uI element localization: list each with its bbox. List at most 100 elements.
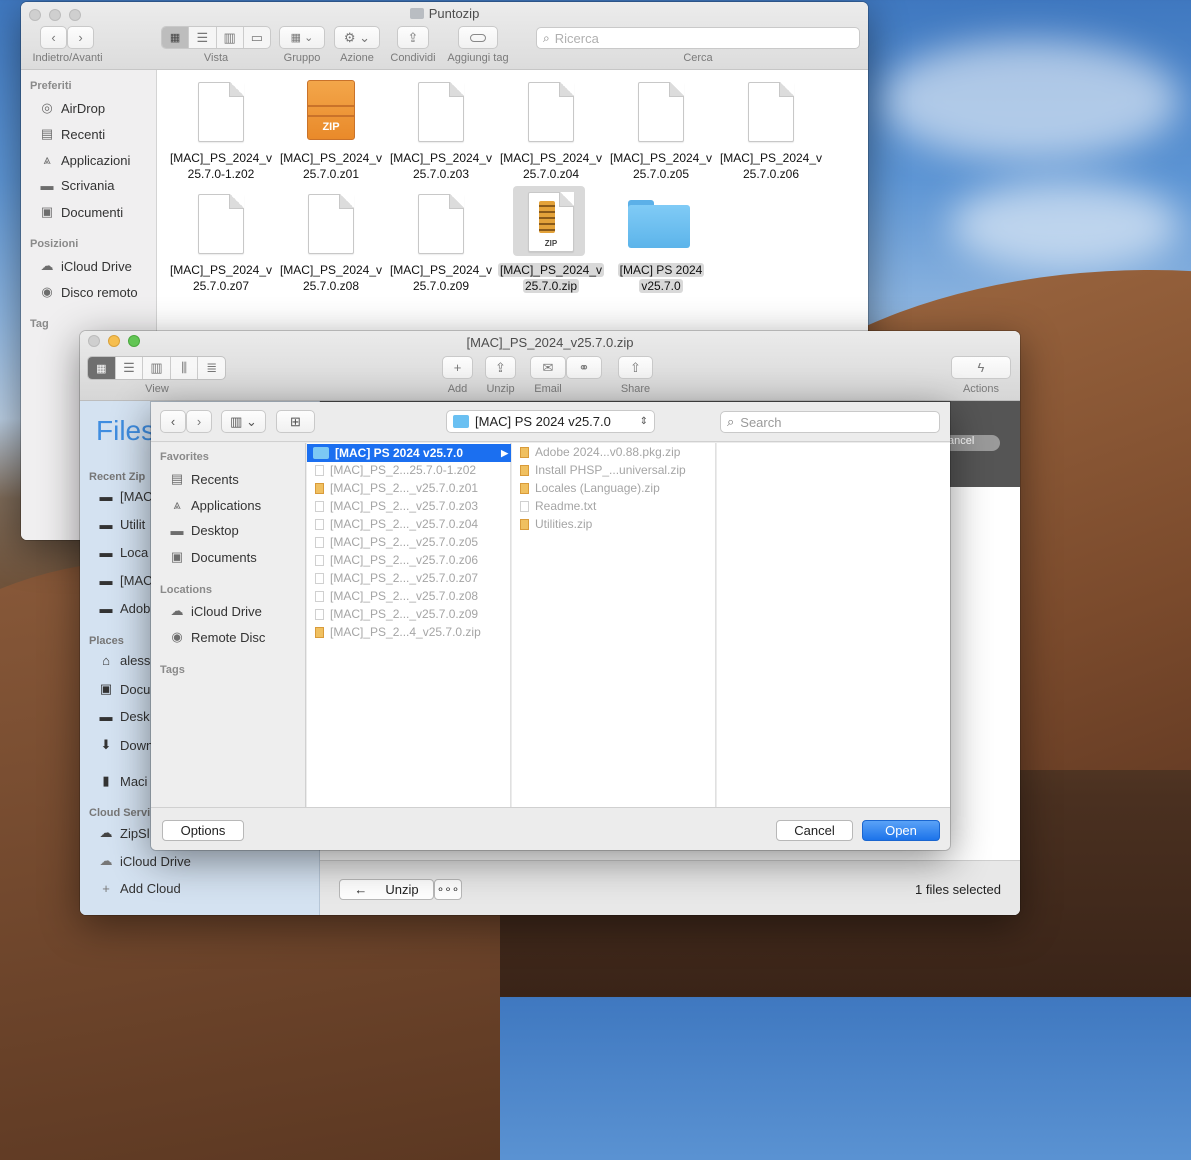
- file-item[interactable]: [MAC]_PS_2024_v 25.7.0.z09: [386, 190, 496, 296]
- sidebar-item-icloud[interactable]: ☁ iCloud Drive: [39, 258, 132, 274]
- place-item[interactable]: ▮ Maci: [98, 773, 147, 789]
- file-item[interactable]: [MAC]_PS_2024_v 25.7.0.z03: [386, 78, 496, 184]
- sidebar-item-documenti[interactable]: ▣ Documenti: [39, 204, 123, 220]
- recent-item[interactable]: ▬ [MAC: [98, 573, 153, 588]
- lightning-icon: ϟ: [977, 360, 985, 375]
- columns-icon: ▥ ⌄: [230, 413, 257, 429]
- search-field[interactable]: ⌕ Ricerca: [536, 27, 860, 49]
- forward-button[interactable]: ›: [186, 410, 212, 433]
- folder-icon: [409, 8, 424, 19]
- actions-button[interactable]: ϟ: [951, 356, 1011, 379]
- file-item[interactable]: [MAC]_PS_2024_v 25.7.0.z05: [606, 78, 716, 184]
- unzip-toolbar-button[interactable]: ⇪: [485, 356, 516, 379]
- file-item[interactable]: [MAC]_PS_2024_v 25.7.0.z07: [166, 190, 276, 296]
- file-name: [MAC]_PS_2024_v 25.7.0.z05: [609, 151, 713, 181]
- file-item-selected[interactable]: ZIP [MAC]_PS_2024_v 25.7.0.zip: [496, 186, 606, 296]
- folder-item-selected[interactable]: [MAC] PS 2024 v25.7.0: [606, 190, 716, 296]
- path-popup[interactable]: [MAC] PS 2024 v25.7.0 ⇕: [446, 410, 655, 433]
- cloud-icon: ☁: [99, 853, 113, 868]
- window-title: Puntozip: [21, 6, 868, 21]
- cloud-item[interactable]: ☁ iCloud Drive: [98, 853, 191, 869]
- column-row[interactable]: Readme.txt: [520, 499, 596, 513]
- gallery-view-button[interactable]: ▭: [242, 27, 270, 48]
- icon-view-button[interactable]: ▦: [162, 27, 189, 48]
- more-options-button[interactable]: ∘∘∘: [434, 879, 462, 900]
- column-row[interactable]: [MAC]_PS_2...4_v25.7.0.zip: [315, 625, 481, 639]
- column-row[interactable]: [MAC]_PS_2..._v25.7.0.z04: [315, 517, 478, 531]
- group-button[interactable]: ▦ ⌄: [279, 26, 325, 49]
- list-view-button[interactable]: ☰: [114, 357, 143, 379]
- back-button[interactable]: ‹: [160, 410, 186, 433]
- add-cloud-item[interactable]: + Add Cloud: [98, 881, 181, 896]
- new-folder-button[interactable]: ⊞: [276, 410, 315, 433]
- sidebar-item-recenti[interactable]: ▤ Recenti: [39, 126, 105, 142]
- cloud-item[interactable]: ☁ ZipSl: [98, 825, 150, 841]
- place-item[interactable]: ▬ Desk: [98, 709, 150, 724]
- chevron-right-icon: ›: [78, 30, 83, 45]
- grid-view-button[interactable]: ▦: [88, 357, 115, 379]
- list-view-button[interactable]: ☰: [188, 27, 215, 48]
- column-row[interactable]: [MAC]_PS_2..._v25.7.0.z06: [315, 553, 478, 567]
- column-row[interactable]: [MAC]_PS_2...25.7.0-1.z02: [315, 463, 476, 477]
- unzip-bottom-button[interactable]: ← Unzip: [339, 879, 434, 900]
- place-item[interactable]: ▣ Docu: [98, 681, 151, 697]
- airdrop-icon: ◎: [41, 100, 53, 115]
- column-view-button[interactable]: ▥: [142, 357, 170, 379]
- back-button[interactable]: ‹: [40, 26, 67, 49]
- column-row-selected[interactable]: [MAC] PS 2024 v25.7.0 ▶: [307, 444, 511, 462]
- place-item[interactable]: ⬇ Down: [98, 737, 154, 753]
- sidebar-item-documents[interactable]: ▣ Documents: [169, 549, 257, 565]
- sidebar-item-icloud[interactable]: ☁ iCloud Drive: [169, 603, 262, 619]
- tag-button[interactable]: [458, 26, 498, 49]
- sidebar-item-recents[interactable]: ▤ Recents: [169, 471, 239, 487]
- sidebar-item-applicazioni[interactable]: ⩓ Applicazioni: [39, 152, 130, 168]
- sidebar-item-scrivania[interactable]: ▬ Scrivania: [39, 178, 115, 193]
- tree-view-button[interactable]: ≣: [197, 357, 225, 379]
- recent-item[interactable]: ▬ Adob: [98, 601, 151, 616]
- view-segmented-control[interactable]: ▦ ☰ ▥ ▭: [161, 26, 271, 49]
- tree-icon: ≣: [206, 360, 218, 375]
- open-button[interactable]: Open: [862, 820, 940, 841]
- cancel-button[interactable]: Cancel: [776, 820, 853, 841]
- cover-view-button[interactable]: ⫼: [169, 357, 198, 379]
- email-button[interactable]: ✉: [530, 356, 566, 379]
- column-row[interactable]: [MAC]_PS_2..._v25.7.0.z09: [315, 607, 478, 621]
- place-item[interactable]: ⌂ aless: [98, 653, 150, 668]
- file-item[interactable]: [MAC]_PS_2024_v 25.7.0.z04: [496, 78, 606, 184]
- forward-button[interactable]: ›: [67, 26, 94, 49]
- column-view-button[interactable]: ▥: [215, 27, 243, 48]
- file-item[interactable]: [MAC]_PS_2024_v 25.7.0.z08: [276, 190, 386, 296]
- recent-item[interactable]: ▬ Loca: [98, 545, 149, 560]
- recent-item[interactable]: ▬ [MAC: [98, 489, 153, 504]
- file-item[interactable]: ZIP [MAC]_PS_2024_v 25.7.0.z01: [276, 78, 386, 184]
- sidebar-item-remote-disc[interactable]: ◉ Remote Disc: [169, 629, 265, 645]
- column-row[interactable]: Adobe 2024...v0.88.pkg.zip: [520, 445, 680, 459]
- share-button[interactable]: ⇧: [618, 356, 653, 379]
- view-label: View: [145, 383, 169, 395]
- add-button[interactable]: +: [442, 356, 473, 379]
- column-row[interactable]: Locales (Language).zip: [520, 481, 660, 495]
- column-row[interactable]: Install PHSP_...universal.zip: [520, 463, 686, 477]
- sidebar-item-airdrop[interactable]: ◎ AirDrop: [39, 100, 105, 116]
- view-mode-button[interactable]: ▥ ⌄: [221, 410, 266, 433]
- file-item[interactable]: [MAC]_PS_2024_v 25.7.0.z06: [716, 78, 826, 184]
- column-row[interactable]: [MAC]_PS_2..._v25.7.0.z07: [315, 571, 478, 585]
- share-button[interactable]: ⇪: [397, 26, 429, 49]
- sidebar-item-desktop[interactable]: ▬ Desktop: [169, 523, 239, 538]
- recent-item[interactable]: ▬ Utilit: [98, 517, 146, 532]
- column-row[interactable]: [MAC]_PS_2..._v25.7.0.z01: [315, 481, 478, 495]
- column-row[interactable]: Utilities.zip: [520, 517, 592, 531]
- column-row[interactable]: [MAC]_PS_2..._v25.7.0.z08: [315, 589, 478, 603]
- sidebar-item-remote-disc[interactable]: ◉ Disco remoto: [39, 284, 137, 300]
- options-button[interactable]: Options: [162, 820, 244, 841]
- file-item[interactable]: [MAC]_PS_2024_v 25.7.0-1.z02: [166, 78, 276, 184]
- column-row[interactable]: [MAC]_PS_2..._v25.7.0.z05: [315, 535, 478, 549]
- sidebar-item-applications[interactable]: ⩓ Applications: [169, 497, 261, 513]
- home-icon: ⌂: [102, 653, 110, 668]
- dialog-search-field[interactable]: ⌕ Search: [720, 411, 940, 433]
- action-button[interactable]: ⚙ ⌄: [334, 26, 380, 49]
- link-button[interactable]: ⚭: [566, 356, 602, 379]
- envelope-icon: ✉: [542, 359, 554, 375]
- column-row[interactable]: [MAC]_PS_2..._v25.7.0.z03: [315, 499, 478, 513]
- app-view-control[interactable]: ▦ ☰ ▥ ⫼ ≣: [87, 356, 226, 380]
